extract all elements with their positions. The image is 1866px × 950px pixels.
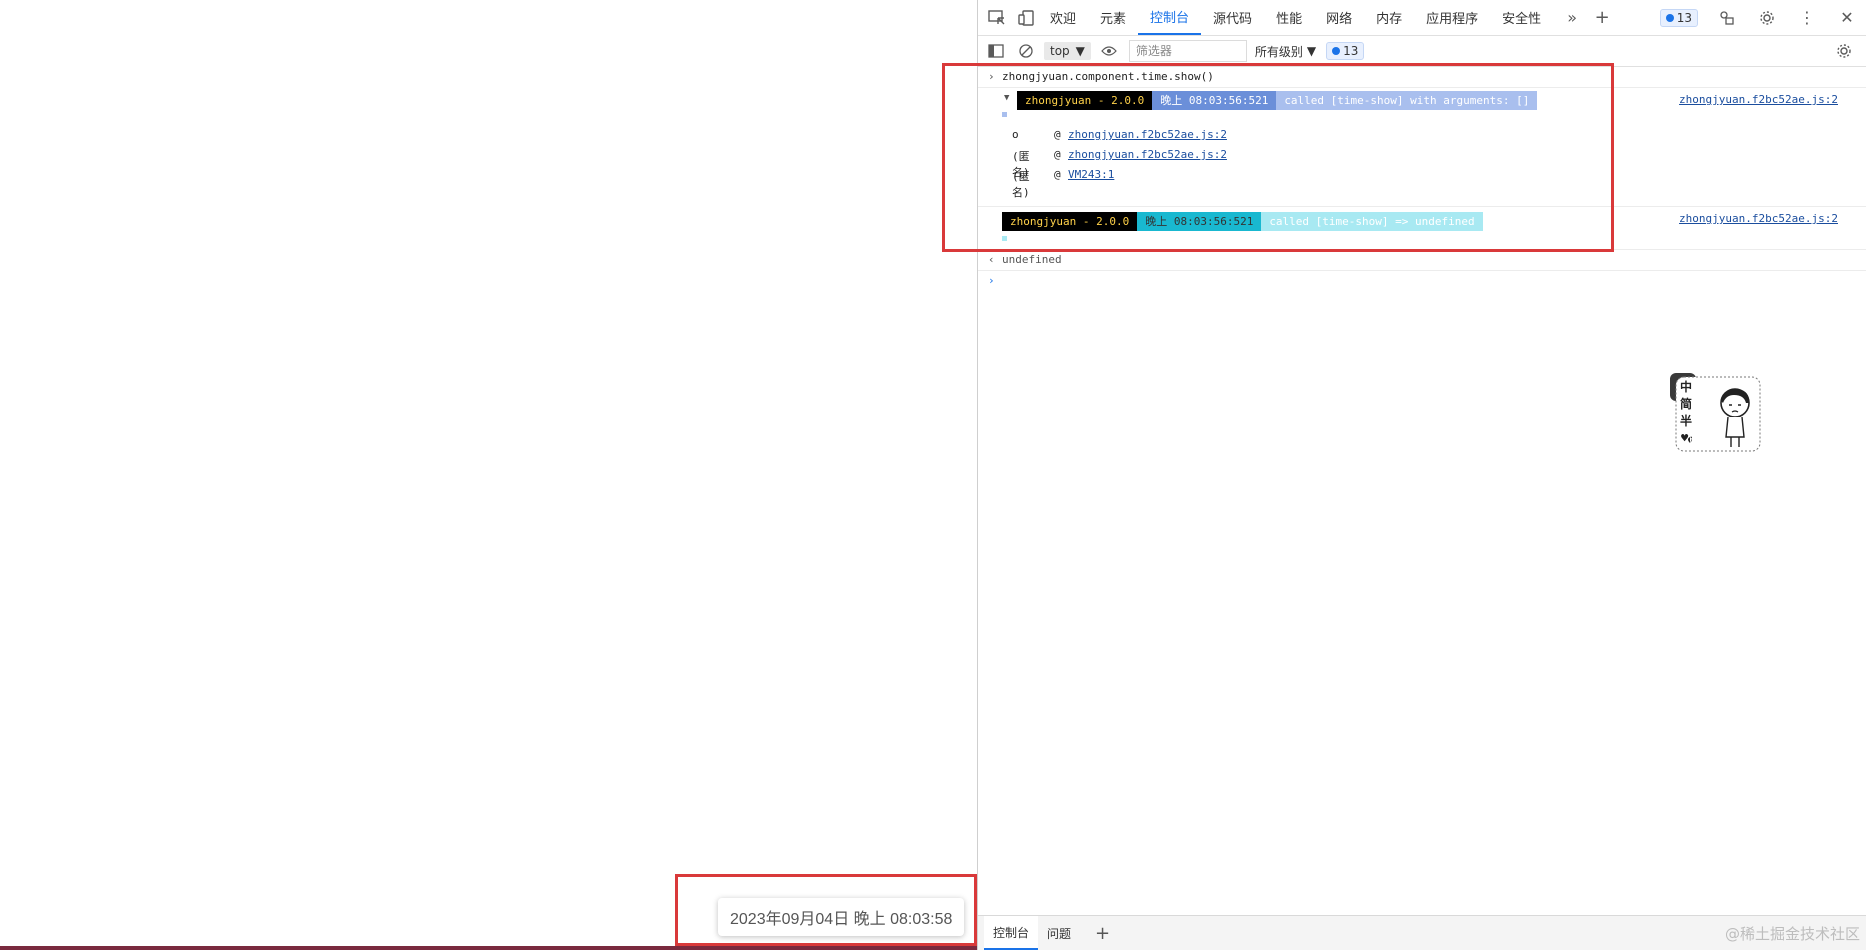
- sidebar-toggle-icon[interactable]: [984, 39, 1008, 63]
- mascot-char: 简: [1680, 397, 1693, 411]
- source-link[interactable]: zhongjyuan.f2bc52ae.js:2: [1679, 212, 1838, 225]
- close-icon[interactable]: ✕: [1836, 7, 1858, 29]
- prompt-chevron-icon: ›: [988, 274, 995, 287]
- console-prompt[interactable]: ›: [978, 271, 1866, 291]
- tab-application[interactable]: 应用程序: [1414, 0, 1490, 35]
- tab-performance[interactable]: 性能: [1264, 0, 1314, 35]
- bottom-drawer: 控制台 问题 + @稀土掘金技术社区: [978, 915, 1866, 950]
- devtools-tabbar: 欢迎 元素 控制台 源代码 性能 网络 内存 应用程序 安全性 » + 13 ⋮…: [978, 0, 1866, 36]
- device-toolbar-icon[interactable]: [1016, 7, 1038, 29]
- live-expression-eye-icon[interactable]: [1097, 39, 1121, 63]
- highlight-box-console: [942, 63, 1614, 252]
- messages-badge[interactable]: 13: [1326, 42, 1365, 60]
- add-tab-icon[interactable]: +: [1591, 7, 1613, 29]
- mascot-char: 中: [1680, 380, 1693, 394]
- tab-memory[interactable]: 内存: [1364, 0, 1414, 35]
- return-value: undefined: [1002, 253, 1062, 266]
- source-link[interactable]: zhongjyuan.f2bc52ae.js:2: [1679, 93, 1838, 106]
- tab-console[interactable]: 控制台: [1138, 0, 1202, 35]
- drawer-tab-console[interactable]: 控制台: [984, 916, 1039, 950]
- log-levels-dropdown[interactable]: 所有级别 ▼: [1255, 43, 1316, 60]
- inspect-element-icon[interactable]: [986, 7, 1008, 29]
- tab-network[interactable]: 网络: [1314, 0, 1364, 35]
- issues-count: 13: [1676, 10, 1692, 25]
- drawer-tab-issues[interactable]: 问题: [1038, 916, 1080, 950]
- issues-badge[interactable]: 13: [1659, 8, 1698, 27]
- mascot-char: 半: [1680, 414, 1693, 428]
- tab-security[interactable]: 安全性: [1490, 0, 1553, 35]
- console-return-value: ‹ undefined: [978, 250, 1866, 271]
- dropdown-arrow-icon: ▼: [1306, 44, 1317, 58]
- watermark: @稀土掘金技术社区: [1724, 925, 1860, 943]
- heart-icon: ♥: [1681, 431, 1689, 445]
- context-value: top: [1050, 44, 1070, 58]
- page-area: 2023年09月04日 晚上 08:03:58: [0, 0, 977, 950]
- filter-input[interactable]: [1128, 40, 1247, 62]
- share-icon[interactable]: [1716, 7, 1738, 29]
- message-icon: [1665, 13, 1674, 22]
- messages-count: 13: [1343, 44, 1359, 58]
- dropdown-arrow-icon: ▼: [1075, 44, 1085, 58]
- add-drawer-tab-icon[interactable]: +: [1086, 916, 1119, 950]
- chevron-left-icon: ‹: [988, 253, 995, 266]
- taskbar-edge: [0, 946, 977, 950]
- time-toast: 2023年09月04日 晚上 08:03:58: [718, 898, 965, 936]
- settings-gear-icon[interactable]: [1756, 7, 1778, 29]
- kebab-menu-icon[interactable]: ⋮: [1796, 7, 1818, 29]
- tab-sources[interactable]: 源代码: [1201, 0, 1264, 35]
- more-tabs-icon[interactable]: »: [1561, 7, 1583, 29]
- context-select[interactable]: top ▼: [1044, 42, 1091, 60]
- tab-elements[interactable]: 元素: [1088, 0, 1138, 35]
- clear-console-icon[interactable]: [1014, 39, 1038, 63]
- mascot-sticker: 中 简 半 ♥: [1668, 373, 1768, 453]
- message-icon: [1332, 47, 1341, 55]
- log-levels-label: 所有级别: [1254, 44, 1303, 59]
- console-settings-gear-icon[interactable]: [1832, 39, 1856, 63]
- tab-welcome[interactable]: 欢迎: [1038, 0, 1088, 35]
